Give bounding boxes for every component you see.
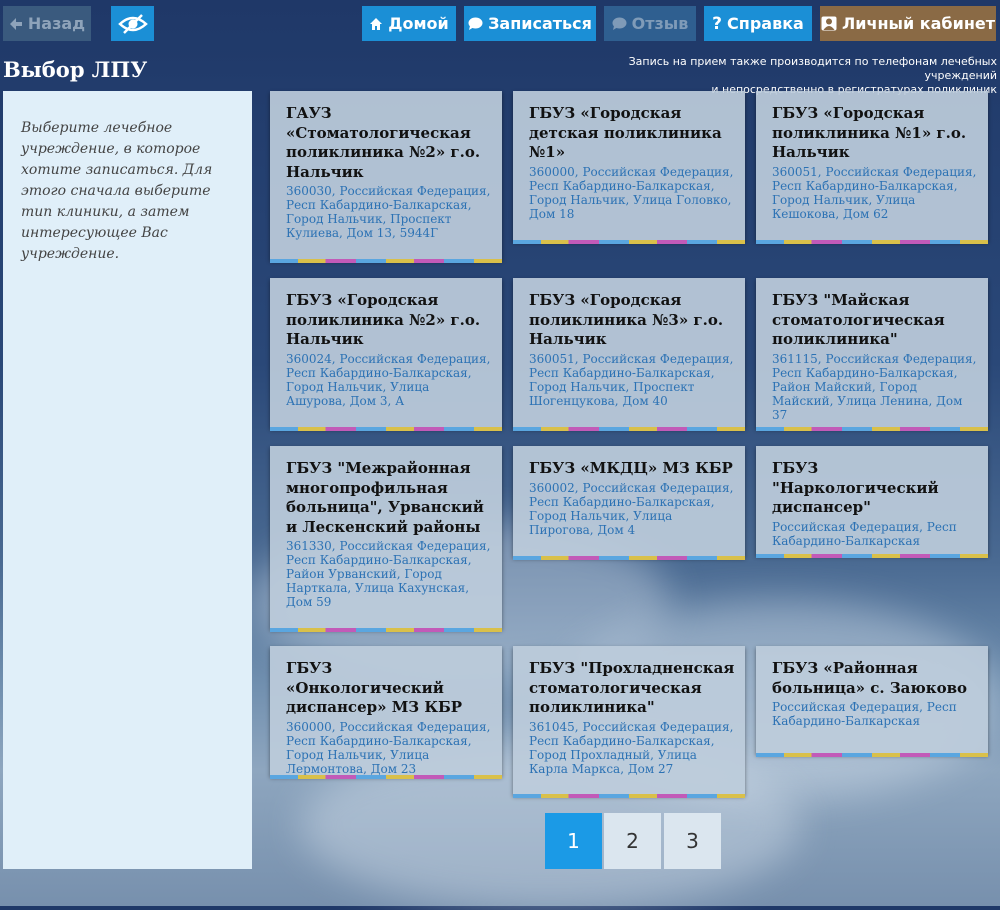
- clinic-card[interactable]: ГБУЗ "Наркологический диспансер" Российс…: [756, 446, 988, 558]
- clinic-address: Российская Федерация, Респ Кабардино-Бал…: [772, 519, 957, 548]
- signup-button[interactable]: Записаться: [464, 6, 596, 41]
- sidebar-instructions: Выберите лечебное учреждение, в которое …: [21, 120, 213, 262]
- personal-cabinet-button[interactable]: Личный кабинет: [820, 6, 996, 41]
- page-button-3[interactable]: 3: [664, 813, 721, 869]
- clinic-address: 360051, Российская Федерация, Респ Кабар…: [772, 164, 977, 221]
- back-button[interactable]: Назад: [3, 6, 91, 41]
- clinic-name: ГБУЗ "Прохладненская стоматологическая п…: [529, 659, 735, 716]
- clinic-card[interactable]: ГБУЗ «Районная больница» с. Заюково Росс…: [756, 646, 988, 757]
- speech-bubble-icon: [612, 17, 627, 30]
- arrow-left-icon: [9, 17, 22, 30]
- clinic-address: 361045, Российская Федерация, Респ Кабар…: [529, 719, 734, 776]
- clinic-address: 360002, Российская Федерация, Респ Кабар…: [529, 480, 734, 537]
- clinic-card[interactable]: ГАУЗ «Стоматологическая поликлиника №2» …: [270, 91, 502, 263]
- review-button[interactable]: Отзыв: [604, 6, 696, 41]
- home-icon: [370, 17, 383, 30]
- clinic-name: ГБУЗ "Наркологический диспансер": [772, 459, 939, 516]
- visually-impaired-button[interactable]: [111, 6, 154, 41]
- clinic-card[interactable]: ГБУЗ «Городская поликлиника №3» г.о. Нал…: [513, 278, 745, 431]
- page-button-1[interactable]: 1: [545, 813, 602, 869]
- clinic-address: 360000, Российская Федерация, Респ Кабар…: [286, 719, 491, 776]
- page-button-2[interactable]: 2: [604, 813, 661, 869]
- clinic-name: ГБУЗ «Городская детская поликлиника №1»: [529, 104, 722, 161]
- clinic-card[interactable]: ГБУЗ "Прохладненская стоматологическая п…: [513, 646, 745, 798]
- user-icon: [821, 16, 837, 31]
- clinic-name: ГБУЗ «Районная больница» с. Заюково: [772, 659, 968, 697]
- clinic-name: ГБУЗ «Городская поликлиника №1» г.о. Нал…: [772, 104, 967, 161]
- clinic-address: 361330, Российская Федерация, Респ Кабар…: [286, 539, 491, 609]
- back-label: Назад: [27, 14, 86, 33]
- clinic-card[interactable]: ГБУЗ «Онкологический диспансер» МЗ КБР 3…: [270, 646, 502, 779]
- clinic-card[interactable]: ГБУЗ "Майская стоматологическая поликлин…: [756, 278, 988, 431]
- clinic-name: ГБУЗ "Майская стоматологическая поликлин…: [772, 291, 945, 348]
- cabinet-label: Личный кабинет: [841, 14, 995, 33]
- clinic-address: 360030, Российская Федерация, Респ Кабар…: [286, 184, 491, 240]
- clinic-name: ГБУЗ «Онкологический диспансер» МЗ КБР: [286, 659, 463, 716]
- page-title: Выбор ЛПУ: [3, 57, 148, 82]
- clinic-card[interactable]: ГБУЗ «Городская поликлиника №1» г.о. Нал…: [756, 91, 988, 244]
- question-icon: ?: [712, 13, 723, 34]
- clinic-name: ГБУЗ "Межрайонная многопрофильная больни…: [286, 459, 484, 536]
- clinic-card[interactable]: ГБУЗ «Городская поликлиника №2» г.о. Нал…: [270, 278, 502, 431]
- home-label: Домой: [388, 14, 449, 33]
- help-label: Справка: [727, 14, 804, 33]
- clinic-address: 360000, Российская Федерация, Респ Кабар…: [529, 164, 734, 221]
- clinic-card[interactable]: ГБУЗ «Городская детская поликлиника №1» …: [513, 91, 745, 244]
- clinic-card[interactable]: ГБУЗ «МКДЦ» МЗ КБР 360002, Российская Фе…: [513, 446, 745, 560]
- eye-slash-icon: [117, 13, 148, 34]
- clinic-name: ГБУЗ «Городская поликлиника №3» г.о. Нал…: [529, 291, 724, 348]
- signup-label: Записаться: [488, 14, 592, 33]
- clinic-name: ГБУЗ «МКДЦ» МЗ КБР: [529, 459, 733, 477]
- clinic-address: 361115, Российская Федерация, Респ Кабар…: [772, 351, 977, 422]
- home-button[interactable]: Домой: [362, 6, 456, 41]
- clinic-name: ГАУЗ «Стоматологическая поликлиника №2» …: [286, 104, 481, 181]
- review-label: Отзыв: [631, 14, 689, 33]
- clinic-address: 360024, Российская Федерация, Респ Кабар…: [286, 351, 491, 408]
- clinic-address: 360051, Российская Федерация, Респ Кабар…: [529, 351, 734, 408]
- speech-bubble-icon: [468, 17, 483, 30]
- clinic-name: ГБУЗ «Городская поликлиника №2» г.о. Нал…: [286, 291, 481, 348]
- notice-line-1: Запись на прием также производится по те…: [628, 55, 997, 82]
- sidebar: Выберите лечебное учреждение, в которое …: [3, 91, 252, 869]
- help-button[interactable]: ? Справка: [704, 6, 812, 41]
- clinic-address: Российская Федерация, Респ Кабардино-Бал…: [772, 700, 957, 728]
- clinic-card[interactable]: ГБУЗ "Межрайонная многопрофильная больни…: [270, 446, 502, 632]
